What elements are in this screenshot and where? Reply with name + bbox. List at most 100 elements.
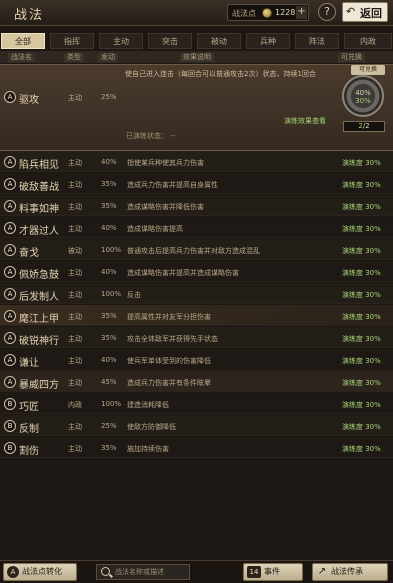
- event-button[interactable]: 14 事件: [243, 563, 303, 581]
- grade-badge: A: [4, 266, 16, 278]
- table-row[interactable]: B 反制 主动 25% 使敌方防御降低 演练度 30%: [0, 415, 393, 436]
- proficiency-gauge: 40% 30%: [342, 75, 384, 117]
- boost-link[interactable]: 演练效果查看: [284, 116, 326, 126]
- table-row[interactable]: A 麾江上甲 主动 35% 提高属性并对友军分担伤害 演练度 30%: [0, 305, 393, 326]
- event-icon: 14: [247, 566, 261, 578]
- col-type[interactable]: 类型: [64, 53, 84, 62]
- table-row[interactable]: A 破敌善战 主动 35% 造成兵力伤害并提高自身属性 演练度 30%: [0, 173, 393, 194]
- table-row[interactable]: A 破锐神行 主动 35% 攻击全体敌军并获得先手状态 演练度 30%: [0, 327, 393, 348]
- tactic-type: 主动: [68, 445, 82, 453]
- add-points-button[interactable]: +: [296, 6, 307, 19]
- table-row[interactable]: A 暴威四方 主动 45% 造成兵力伤害并有条件眩晕 演练度 30%: [0, 371, 393, 392]
- back-button[interactable]: ↶ 返回: [342, 2, 388, 22]
- tactic-proficiency: 演练度 30%: [342, 357, 381, 365]
- table-row[interactable]: A 料事如神 主动 35% 造成谋略伤害并降低伤害 演练度 30%: [0, 195, 393, 216]
- tactic-description: 反击: [127, 291, 141, 299]
- back-label: 返回: [360, 7, 382, 20]
- event-label: 事件: [264, 567, 280, 576]
- tab-troop[interactable]: 兵种: [246, 33, 290, 49]
- grade-badge: A: [4, 376, 16, 388]
- inherit-button[interactable]: ↗ 战法传承: [312, 563, 388, 581]
- grade-badge: A: [4, 354, 16, 366]
- tab-assault[interactable]: 突击: [148, 33, 192, 49]
- tactic-name: 巧匠: [19, 402, 39, 413]
- grade-badge: A: [4, 222, 16, 234]
- tactic-description: 指使某兵种使其兵力伤害: [127, 159, 204, 167]
- tactic-description: 建造消耗降低: [127, 401, 169, 409]
- exchange-button[interactable]: 可兑换: [351, 65, 385, 75]
- tactic-type: 主动: [68, 203, 82, 211]
- expanded-tactic-row[interactable]: A 驱攻 主动 25% 使自己进入连击（每回合可以普通攻击2次）状态，持续1回合…: [0, 64, 393, 151]
- tab-all[interactable]: 全部: [1, 33, 45, 49]
- tactic-type: 主动: [68, 379, 82, 387]
- grade-badge: B: [4, 420, 16, 432]
- tab-command[interactable]: 指挥: [50, 33, 94, 49]
- tab-formation[interactable]: 阵法: [295, 33, 339, 49]
- table-row[interactable]: A 谦让 主动 40% 使兵军单体受到的伤害降低 演练度 30%: [0, 349, 393, 370]
- tactic-name: 陷兵相见: [19, 160, 59, 171]
- convert-points-button[interactable]: A 战法点转化: [3, 563, 77, 581]
- table-row[interactable]: A 才器过人 主动 40% 造成谋略伤害提高 演练度 30%: [0, 217, 393, 238]
- search-icon: [101, 567, 110, 576]
- table-row[interactable]: A 陷兵相见 主动 40% 指使某兵种使其兵力伤害 演练度 30%: [0, 151, 393, 172]
- tactic-type: 主动: [68, 357, 82, 365]
- tactic-rate: 25%: [101, 422, 117, 430]
- tactic-proficiency: 演练度 30%: [342, 159, 381, 167]
- tactic-type: 主动: [68, 313, 82, 321]
- tactic-description: 施加持续伤害: [127, 445, 169, 453]
- tactic-proficiency: 演练度 30%: [342, 247, 381, 255]
- points-label: 战法点: [232, 9, 256, 18]
- tactic-name: 奋戈: [19, 248, 39, 259]
- back-arrow-icon: ↶: [346, 5, 356, 18]
- tactic-proficiency: 演练度 30%: [342, 269, 381, 277]
- tab-active[interactable]: 主动: [99, 33, 143, 49]
- col-action: 可兑换: [338, 53, 365, 62]
- tactic-proficiency: 演练度 30%: [342, 379, 381, 387]
- top-bar: 战法 战法点 1228 + ? ↶ 返回: [0, 0, 393, 26]
- tactic-type: 主动: [68, 335, 82, 343]
- tactic-rate: 100%: [101, 400, 122, 408]
- tactic-description: 使兵军单体受到的伤害降低: [127, 357, 211, 365]
- tactic-rate: 35%: [101, 334, 117, 342]
- tactic-type: 主动: [68, 269, 82, 277]
- tab-passive[interactable]: 被动: [197, 33, 241, 49]
- col-rate[interactable]: 发动: [98, 53, 118, 62]
- tactic-rate: 40%: [101, 268, 117, 276]
- gauge-values: 40% 30%: [347, 89, 379, 105]
- tactic-proficiency: 演练度 30%: [342, 225, 381, 233]
- help-button[interactable]: ?: [318, 3, 336, 21]
- tactic-rate: 40%: [101, 158, 117, 166]
- tactic-rate: 35%: [101, 202, 117, 210]
- tab-internal[interactable]: 内政: [344, 33, 392, 49]
- col-name[interactable]: 战法名: [8, 53, 35, 62]
- tactic-type: 主动: [68, 225, 82, 233]
- inherit-icon: ↗: [317, 566, 327, 577]
- tactic-proficiency: 演练度 30%: [342, 181, 381, 189]
- tactic-type: 主动: [68, 181, 82, 189]
- tactic-rate: 40%: [101, 224, 117, 232]
- tactic-proficiency: 演练度 30%: [342, 313, 381, 321]
- grade-badge: A: [4, 332, 16, 344]
- grade-badge: A: [4, 91, 16, 103]
- tactic-type: 内政: [68, 401, 82, 409]
- table-row[interactable]: A 奋戈 被动 100% 普通攻击后提高兵力伤害并对敌方造成混乱 演练度 30%: [0, 239, 393, 260]
- inherit-label: 战法传承: [331, 567, 363, 576]
- progress-status: 已演练状态： --: [126, 131, 175, 141]
- tactic-name: 破敌善战: [19, 182, 59, 193]
- table-row[interactable]: B 割伤 主动 35% 施加持续伤害 演练度 30%: [0, 437, 393, 458]
- table-row[interactable]: B 巧匠 内政 100% 建造消耗降低 演练度 30%: [0, 393, 393, 414]
- tactic-description: 攻击全体敌军并获得先手状态: [127, 335, 218, 343]
- search-input[interactable]: [115, 566, 187, 578]
- table-row[interactable]: A 后发制人 主动 100% 反击 演练度 30%: [0, 283, 393, 304]
- tactic-name: 谦让: [19, 358, 39, 369]
- tactic-name: 料事如神: [19, 204, 59, 215]
- tactic-type: 主动: [68, 94, 82, 102]
- tactic-rate: 35%: [101, 180, 117, 188]
- tactic-description: 造成兵力伤害并有条件眩晕: [127, 379, 211, 387]
- tactic-rate: 100%: [101, 290, 122, 298]
- points-value: 1228: [275, 8, 296, 17]
- count-total: 2: [365, 122, 370, 130]
- table-row[interactable]: A 佩娇急鼓 主动 40% 造成谋略伤害并提高并造成谋略伤害 演练度 30%: [0, 261, 393, 282]
- tactic-type: 主动: [68, 423, 82, 431]
- grade-badge: A: [4, 178, 16, 190]
